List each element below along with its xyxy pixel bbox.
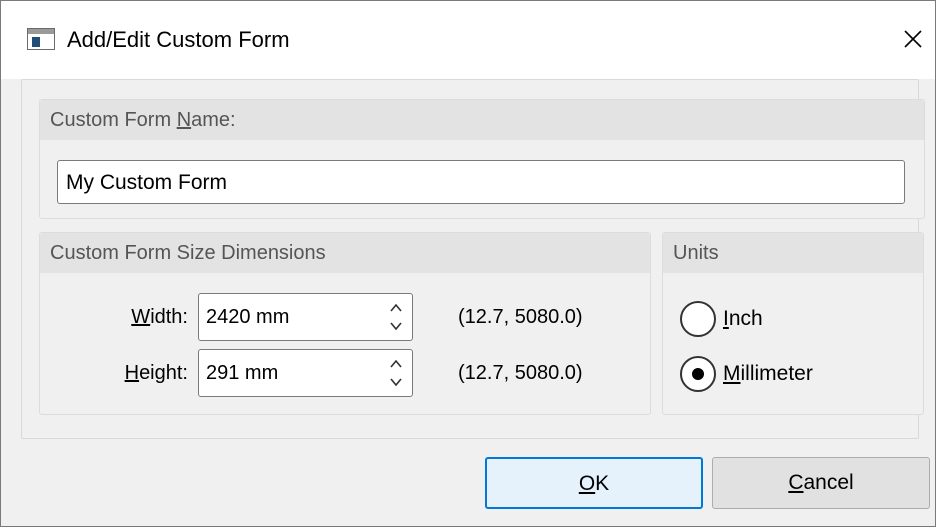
millimeter-radio[interactable] <box>680 356 716 392</box>
cancel-button[interactable]: Cancel <box>712 457 930 509</box>
width-label: Width: <box>131 306 188 328</box>
custom-form-name-group: Custom Form Name: My Custom Form <box>39 99 925 219</box>
title-bar: Add/Edit Custom Form <box>1 1 935 79</box>
spin-arrows-icon[interactable] <box>388 357 404 389</box>
close-icon <box>904 30 922 48</box>
height-label: Height: <box>124 362 188 384</box>
window-title: Add/Edit Custom Form <box>67 27 290 52</box>
custom-form-name-value: My Custom Form <box>66 171 228 194</box>
units-group: Units Inch Millimeter <box>662 232 924 415</box>
group-header: Custom Form Name: <box>40 100 924 140</box>
group-header: Custom Form Size Dimensions <box>40 233 650 273</box>
height-value: 291 mm <box>206 362 279 384</box>
width-value: 2420 mm <box>206 306 290 328</box>
width-range: (12.7, 5080.0) <box>458 306 583 328</box>
inch-radio[interactable] <box>680 301 716 337</box>
ok-button[interactable]: OK <box>485 457 703 509</box>
dialog-content: Custom Form Name: My Custom Form Custom … <box>21 79 925 439</box>
inch-radio-label[interactable]: Inch <box>723 306 763 332</box>
millimeter-radio-label[interactable]: Millimeter <box>723 361 813 387</box>
spin-arrows-icon[interactable] <box>388 301 404 333</box>
size-dimensions-label: Custom Form Size Dimensions <box>50 242 326 264</box>
radio-selected-dot <box>692 368 704 380</box>
group-header: Units <box>663 233 923 273</box>
height-spinbox[interactable]: 291 mm <box>198 349 413 397</box>
custom-form-name-label: Custom Form Name: <box>50 109 236 131</box>
height-range: (12.7, 5080.0) <box>458 362 583 384</box>
width-spinbox[interactable]: 2420 mm <box>198 293 413 341</box>
close-button[interactable] <box>889 15 936 63</box>
dialog-window: Add/Edit Custom Form Custom Form Name: M… <box>0 0 936 527</box>
size-dimensions-group: Custom Form Size Dimensions Width: 2420 … <box>39 232 651 415</box>
form-icon <box>27 28 55 50</box>
units-label: Units <box>673 242 719 264</box>
custom-form-name-input[interactable]: My Custom Form <box>57 160 905 204</box>
